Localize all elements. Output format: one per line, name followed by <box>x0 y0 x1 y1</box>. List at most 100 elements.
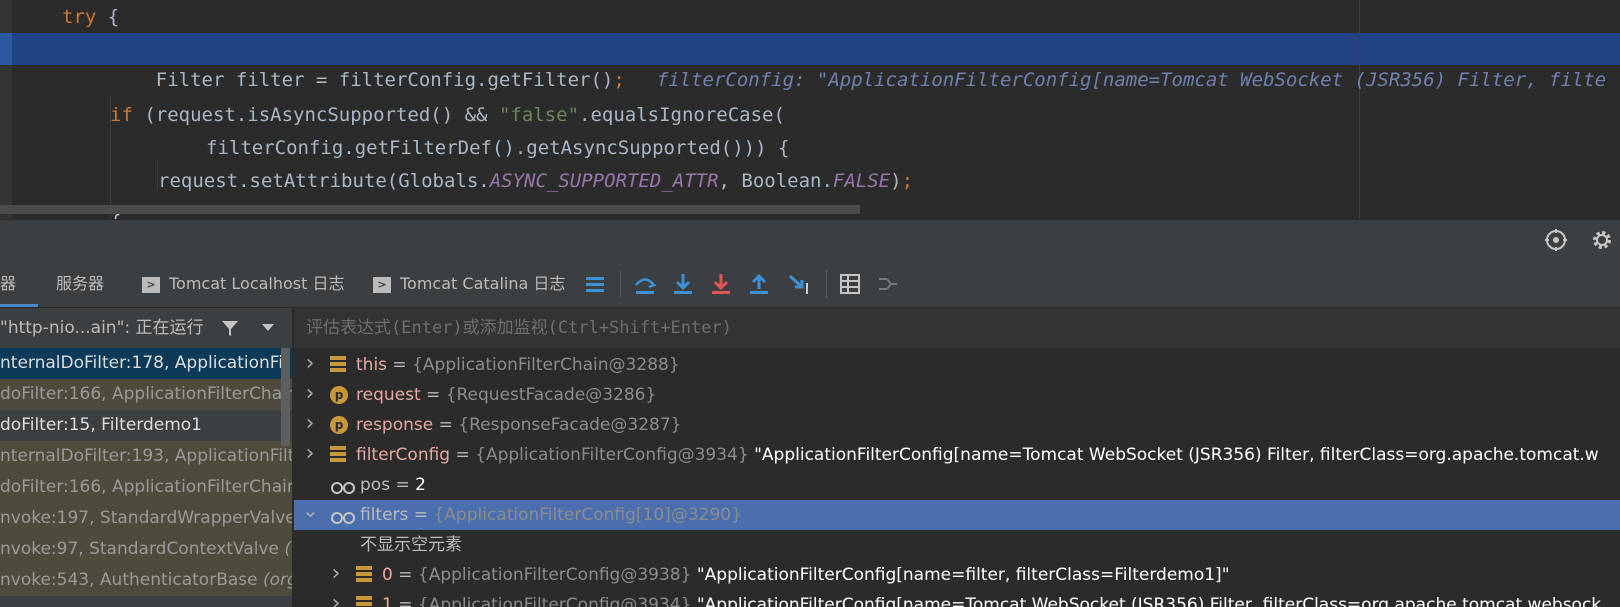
evaluate-expression-input[interactable]: 评估表达式(Enter)或添加监视(Ctrl+Shift+Enter) <box>294 308 1620 348</box>
variable-name: filters <box>360 505 409 525</box>
stack-frame[interactable]: nvoke:97, StandardContextValve (c <box>0 534 292 565</box>
stack-frame[interactable]: nternalDoFilter:193, ApplicationFilt <box>0 441 292 472</box>
code-line-4[interactable]: if (request.isAsyncSupported() && "false… <box>110 100 785 130</box>
frame-label: nvoke:97, StandardContextValve <box>0 539 285 559</box>
code-line-6[interactable]: request.setAttribute(Globals.ASYNC_SUPPO… <box>158 166 913 196</box>
force-step-into-icon[interactable] <box>708 271 734 297</box>
step-into-icon[interactable] <box>670 271 696 297</box>
code-token: ; <box>901 170 914 192</box>
tab-label: 服务器 <box>56 274 105 293</box>
field-icon <box>356 566 372 584</box>
active-tab-indicator <box>0 304 38 307</box>
variable-row[interactable]: 不显示空元素 <box>294 530 1620 560</box>
stack-frame[interactable]: doFilter:166, ApplicationFilterChain <box>0 472 292 503</box>
variable-reference: {ApplicationFilterChain@3288} <box>412 355 680 375</box>
chevron-right-icon[interactable]: › <box>302 380 318 410</box>
terminal-icon: > <box>373 276 391 293</box>
frames-panel: "http-nio...ain": 正在运行 nternalDoFilter:1… <box>0 308 292 607</box>
chevron-right-icon[interactable]: › <box>302 410 318 440</box>
variable-value: 2 <box>415 475 426 495</box>
code-line-1[interactable]: try { <box>62 2 119 32</box>
code-line-5[interactable]: filterConfig.getFilterDef().getAsyncSupp… <box>206 133 789 163</box>
eval-placeholder: 评估表达式(Enter)或添加监视(Ctrl+Shift+Enter) <box>306 318 732 338</box>
frame-label: doFilter:15, Filterdemo1 <box>0 415 202 435</box>
variable-row[interactable]: › 0 = {ApplicationFilterConfig@3938} "App… <box>294 560 1620 590</box>
evaluate-expression-icon[interactable] <box>837 271 863 297</box>
crosshair-icon[interactable] <box>1544 228 1568 252</box>
variables-panel: 评估表达式(Enter)或添加监视(Ctrl+Shift+Enter) › thi… <box>293 308 1620 607</box>
variable-name: 不显示空元素 <box>360 535 462 555</box>
frame-label: nternalDoFilter:178, ApplicationFil <box>0 353 288 373</box>
stack-frame[interactable]: nvoke:197, StandardWrapperValve <box>0 503 292 534</box>
tab-label: 器 <box>0 274 17 293</box>
gear-icon[interactable] <box>1590 228 1614 252</box>
thread-label: "http-nio...ain": 正在运行 <box>0 318 204 338</box>
equals-sign: = <box>420 385 446 405</box>
code-token: "false" <box>498 104 580 126</box>
equals-sign: = <box>392 595 418 607</box>
code-token: .equalsIgnoreCase( <box>579 104 785 126</box>
chevron-right-icon[interactable]: › <box>328 560 344 590</box>
code-token: ASYNC_SUPPORTED_ATTR <box>489 170 719 192</box>
chevron-down-icon[interactable]: ⌄ <box>302 500 319 530</box>
debug-tool-window-header <box>0 219 1620 260</box>
frames-scrollbar[interactable] <box>281 348 290 446</box>
frame-package: (org <box>263 570 292 590</box>
stack-frame[interactable]: nternalDoFilter:178, ApplicationFil <box>0 348 292 379</box>
chevron-right-icon[interactable]: › <box>302 350 318 380</box>
tab-servers[interactable]: 服务器 <box>56 260 104 307</box>
chevron-right-icon[interactable]: › <box>302 440 318 470</box>
tab-tomcat-localhost-log[interactable]: > Tomcat Localhost 日志 <box>142 260 345 307</box>
thread-selector[interactable]: "http-nio...ain": 正在运行 <box>0 308 292 348</box>
variable-row[interactable]: › p request = {RequestFacade@3286} <box>294 380 1620 410</box>
tab-tomcat-catalina-log[interactable]: > Tomcat Catalina 日志 <box>373 260 565 307</box>
chevron-right-icon[interactable]: › <box>328 590 344 607</box>
variable-row[interactable]: › filterConfig = {ApplicationFilterConfig… <box>294 440 1620 470</box>
variable-reference: {RequestFacade@3286} <box>445 385 657 405</box>
inline-debug-value: filterConfig: "ApplicationFilterConfig[n… <box>656 69 1607 91</box>
variable-name: response <box>356 415 434 435</box>
variable-name: 1 <box>382 595 393 607</box>
chevron-down-icon[interactable] <box>261 323 275 333</box>
run-to-cursor-icon[interactable] <box>786 271 812 297</box>
frame-package: (c <box>284 539 292 559</box>
frame-label: doFilter:166, ApplicationFilterChain <box>0 477 292 497</box>
code-token: if <box>110 104 133 126</box>
equals-sign: = <box>390 475 416 495</box>
code-token: FALSE <box>832 170 891 192</box>
variable-name: filterConfig <box>356 445 451 465</box>
code-line-2[interactable]: Filter filter = filterConfig.getFilter()… <box>110 35 1606 91</box>
variable-row[interactable]: pos = 2 <box>294 470 1620 500</box>
variable-row[interactable]: › p response = {ResponseFacade@3287} <box>294 410 1620 440</box>
stack-frame[interactable]: nvoke:543, AuthenticatorBase (org <box>0 565 292 596</box>
code-token: Filter filter = filterConfig.getFilter() <box>155 69 614 91</box>
stack-frame[interactable]: doFilter:15, Filterdemo1 <box>0 410 292 441</box>
tab-debugger[interactable]: 器 <box>0 260 16 307</box>
step-out-icon[interactable] <box>746 271 772 297</box>
variable-row[interactable]: › 1 = {ApplicationFilterConfig@3934} "App… <box>294 590 1620 607</box>
equals-sign: = <box>433 415 459 435</box>
toolbar-separator <box>826 270 827 298</box>
variable-name: pos <box>360 475 391 495</box>
parameter-icon: p <box>330 416 348 434</box>
menu-icon[interactable] <box>582 271 608 297</box>
step-over-icon[interactable] <box>632 271 658 297</box>
equals-sign: = <box>392 565 418 585</box>
variable-row[interactable]: ⌄ filters = {ApplicationFilterConfig[10]@… <box>294 500 1620 530</box>
code-token: { <box>96 6 120 28</box>
filter-icon[interactable] <box>220 318 240 338</box>
debug-tab-bar: 器 服务器 > Tomcat Localhost 日志 > Tomcat Catal… <box>0 260 1620 308</box>
variable-row[interactable]: › this = {ApplicationFilterChain@3288} <box>294 350 1620 380</box>
code-editor[interactable]: try { Filter filter = filterConfig.getFi… <box>0 0 1620 219</box>
horizontal-scrollbar[interactable] <box>0 205 860 214</box>
frame-label: doFilter:166, ApplicationFilterChain <box>0 384 292 404</box>
stack-frame[interactable]: doFilter:166, ApplicationFilterChain <box>0 379 292 410</box>
watch-glasses-icon <box>330 476 356 494</box>
watch-glasses-icon <box>330 506 356 524</box>
equals-sign: = <box>450 445 476 465</box>
frame-label: nvoke:197, StandardWrapperValve <box>0 508 292 528</box>
frame-label: nternalDoFilter:193, ApplicationFilt <box>0 446 292 466</box>
variable-value: "ApplicationFilterConfig[name=filter, fi… <box>691 565 1230 585</box>
variable-reference: {ResponseFacade@3287} <box>458 415 682 435</box>
trace-icon[interactable] <box>875 271 901 297</box>
